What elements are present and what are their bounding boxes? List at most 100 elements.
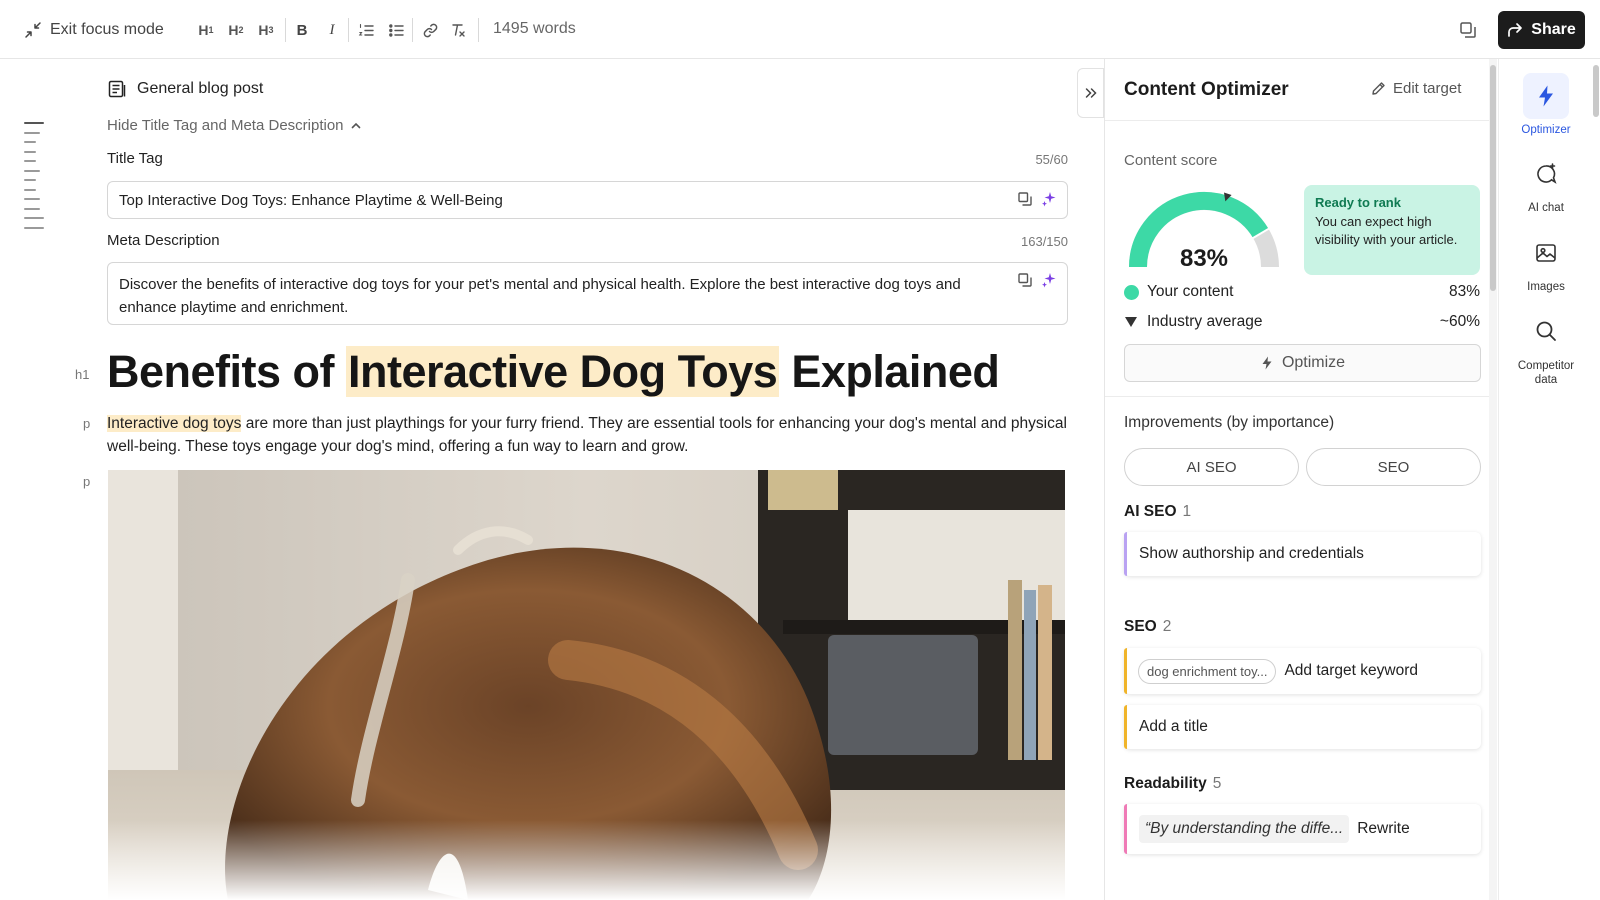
bold-button[interactable]: B <box>292 16 312 44</box>
your-content-row: Your content 83% <box>1124 283 1480 301</box>
rail-ai-chat[interactable]: AI chat <box>1499 151 1593 214</box>
ai-sparkle-icon[interactable] <box>1041 191 1057 207</box>
chevron-up-icon <box>351 122 360 128</box>
heading-text-start: Benefits of <box>107 346 347 397</box>
article-paragraph[interactable]: Interactive dog toys are more than just … <box>107 412 1067 458</box>
document-icon <box>108 80 126 98</box>
edit-target-button[interactable]: Edit target <box>1371 80 1461 97</box>
page-scrollbar[interactable] <box>1592 59 1600 900</box>
improvement-text: Add a title <box>1139 718 1208 735</box>
improvement-text: Show authorship and credentials <box>1139 545 1364 562</box>
panel-scrollbar[interactable] <box>1489 59 1497 900</box>
hide-meta-label: Hide Title Tag and Meta Description <box>107 117 344 134</box>
italic-button[interactable]: I <box>322 16 342 44</box>
toolbar: Exit focus mode H1 H2 H3 B I 1495 words <box>0 0 1600 59</box>
rail-label: AI chat <box>1528 202 1564 214</box>
bullet-list-icon <box>388 23 404 37</box>
clear-format-icon <box>451 23 465 37</box>
image-icon <box>1536 244 1556 262</box>
content-type-selector[interactable]: General blog post <box>107 79 263 99</box>
document-outline[interactable] <box>24 122 44 236</box>
rewrite-action[interactable]: Rewrite <box>1357 820 1410 838</box>
paragraph-text: are more than just playthings for your f… <box>107 415 1067 455</box>
link-icon <box>423 23 437 37</box>
improvement-card-rewrite[interactable]: “By understanding the diffe... Rewrite <box>1124 804 1481 854</box>
word-count: 1495 words <box>493 20 576 37</box>
meta-description-label: Meta Description <box>107 232 220 249</box>
duplicate-button[interactable] <box>1458 20 1478 40</box>
industry-average-value: ~60% <box>1439 313 1480 330</box>
optimize-button[interactable]: Optimize <box>1124 344 1481 382</box>
ai-sparkle-icon[interactable] <box>1041 272 1057 288</box>
double-chevron-right-icon <box>1085 88 1097 98</box>
rank-status-title: Ready to rank <box>1315 195 1401 210</box>
ordered-list-icon <box>358 23 374 36</box>
title-tag-count: 55/60 <box>1035 152 1068 167</box>
readability-count: 5 <box>1212 775 1222 792</box>
divider <box>1105 396 1489 397</box>
your-content-value: 83% <box>1448 283 1480 300</box>
meta-description-value: Discover the benefits of interactive dog… <box>119 276 961 316</box>
duplicate-icon <box>1460 22 1476 38</box>
title-tag-value: Top Interactive Dog Toys: Enhance Playti… <box>119 192 503 209</box>
toolbar-divider <box>412 18 413 42</box>
rail-label: Images <box>1527 281 1565 293</box>
heading-1-button[interactable]: H1 <box>196 16 216 44</box>
improvement-card-add-title[interactable]: Add a title <box>1124 705 1481 749</box>
copy-icon[interactable] <box>1017 272 1033 288</box>
content-optimizer-panel: Content Optimizer Edit target Content sc… <box>1104 59 1489 900</box>
tab-ai-seo[interactable]: AI SEO <box>1124 448 1299 486</box>
content-score-gauge: 83% <box>1123 185 1285 275</box>
improvement-card-target-keyword[interactable]: dog enrichment toy... Add target keyword <box>1124 648 1481 694</box>
chat-icon <box>1537 163 1557 184</box>
content-score-value: 83% <box>1179 245 1229 272</box>
toolbar-divider <box>478 18 479 42</box>
share-button[interactable]: Share <box>1498 11 1585 49</box>
block-tag-h1: h1 <box>75 367 90 382</box>
clear-format-button[interactable] <box>448 16 468 44</box>
collapse-panel-button[interactable] <box>1077 68 1104 118</box>
optimize-label: Optimize <box>1281 354 1346 371</box>
exit-focus-label: Exit focus mode <box>50 21 164 38</box>
block-tag-p: p <box>83 416 91 431</box>
rail-competitor-data[interactable]: Competitor data <box>1499 308 1593 387</box>
ai-seo-section-heading: AI SEO 1 <box>1124 503 1192 520</box>
pencil-icon <box>1372 82 1385 95</box>
content-score-label: Content score <box>1124 152 1218 169</box>
improvement-card-authorship[interactable]: Show authorship and credentials <box>1124 532 1481 576</box>
bolt-icon <box>1262 356 1272 370</box>
seo-section-heading: SEO 2 <box>1124 618 1172 635</box>
readability-section-heading: Readability 5 <box>1124 775 1222 792</box>
heading-3-button[interactable]: H3 <box>256 16 276 44</box>
copy-icon[interactable] <box>1017 191 1033 207</box>
dog-photo <box>108 470 1065 900</box>
rank-status-text: You can expect high visibility with your… <box>1315 213 1458 248</box>
toolbar-divider <box>285 18 286 42</box>
ordered-list-button[interactable] <box>356 16 376 44</box>
link-button[interactable] <box>420 16 440 44</box>
article-heading[interactable]: Benefits of Interactive Dog Toys Explain… <box>107 346 1000 398</box>
hide-meta-toggle[interactable]: Hide Title Tag and Meta Description <box>107 117 362 134</box>
meta-description-input[interactable]: Discover the benefits of interactive dog… <box>107 262 1068 325</box>
rail-images[interactable]: Images <box>1499 230 1593 293</box>
title-tag-label: Title Tag <box>107 150 163 167</box>
panel-title: Content Optimizer <box>1124 79 1289 100</box>
tool-rail: Optimizer AI chat Images Competitor data <box>1498 59 1592 900</box>
exit-focus-button[interactable]: Exit focus mode <box>24 18 164 42</box>
title-tag-input[interactable]: Top Interactive Dog Toys: Enhance Playti… <box>107 181 1068 219</box>
rail-label: Optimizer <box>1521 124 1571 136</box>
tab-seo[interactable]: SEO <box>1306 448 1481 486</box>
paragraph-keyword-highlight: Interactive dog toys <box>107 415 242 432</box>
share-label: Share <box>1531 21 1576 38</box>
keyword-chip[interactable]: dog enrichment toy... <box>1138 658 1277 684</box>
rail-label: Competitor data <box>1517 360 1575 386</box>
bullet-list-button[interactable] <box>386 16 406 44</box>
collapse-arrows-icon <box>25 22 41 38</box>
rail-optimizer[interactable]: Optimizer <box>1499 73 1593 136</box>
edit-target-label: Edit target <box>1393 80 1462 97</box>
triangle-marker-icon <box>1125 317 1137 327</box>
heading-2-button[interactable]: H2 <box>226 16 246 44</box>
article-image[interactable] <box>108 470 1065 900</box>
seo-count: 2 <box>1162 618 1172 635</box>
meta-description-count: 163/150 <box>1021 234 1068 249</box>
